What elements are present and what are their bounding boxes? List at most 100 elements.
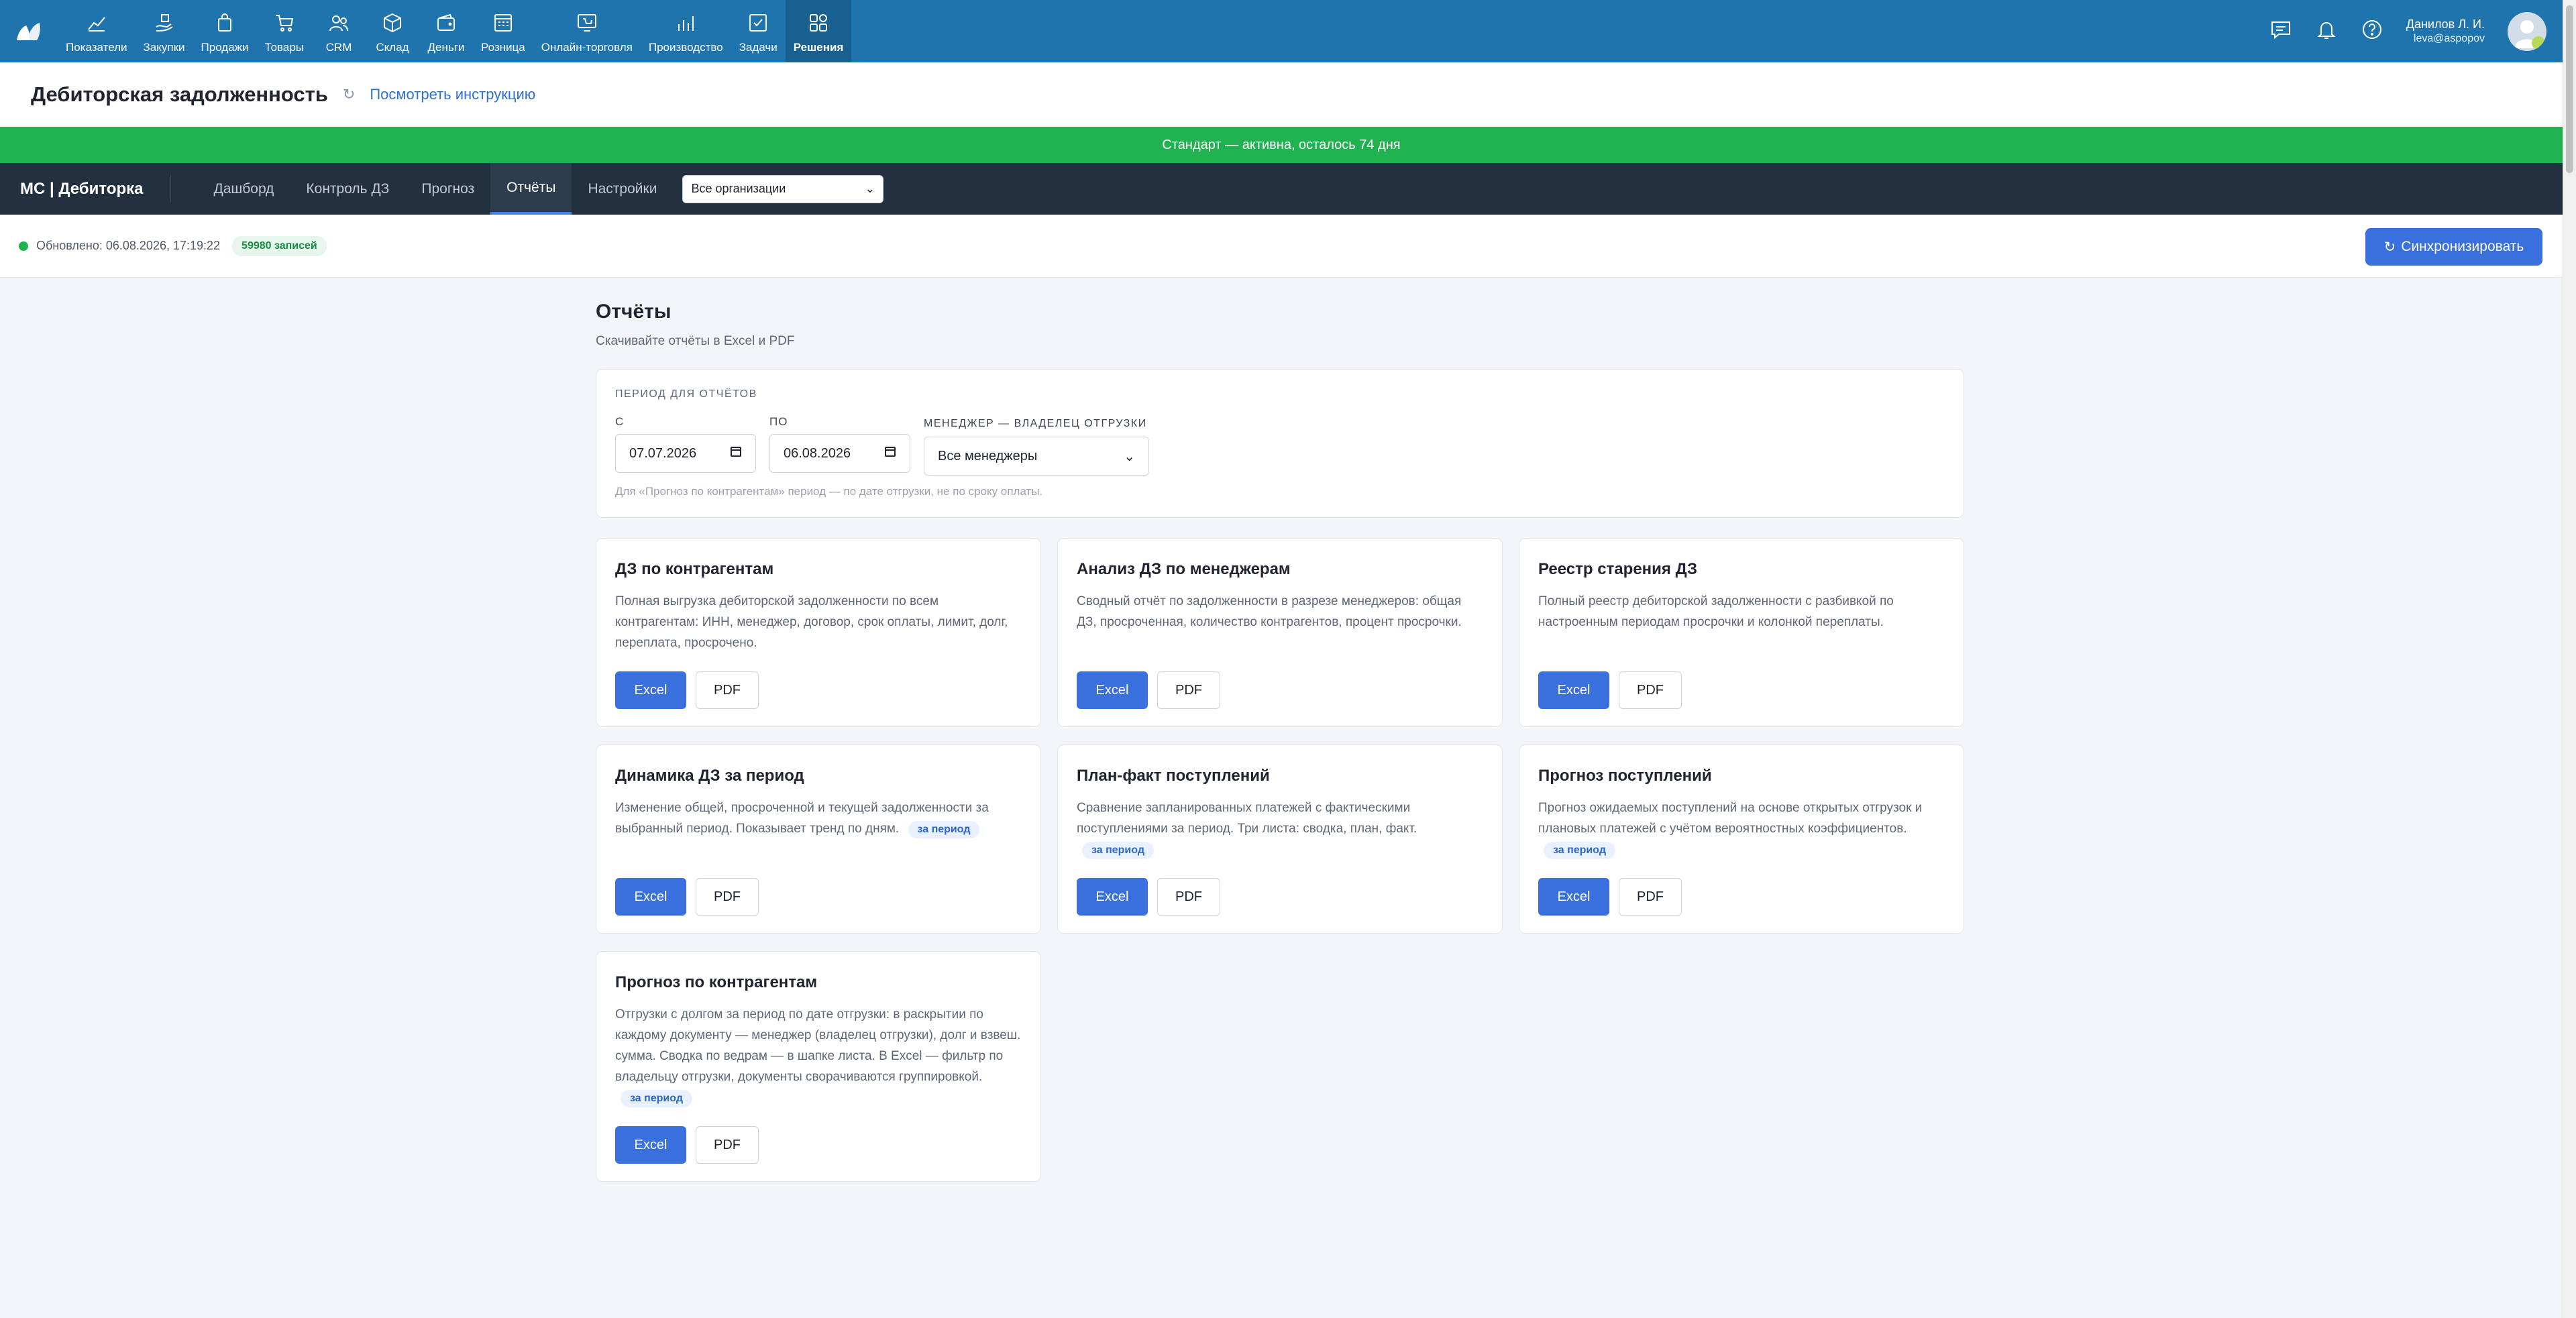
export-buttons: Excel PDF: [615, 1126, 759, 1164]
pdf-button[interactable]: PDF: [696, 878, 759, 916]
box-icon: [382, 12, 403, 37]
nav-item-proizvodstvo[interactable]: Производство: [641, 0, 731, 62]
avatar[interactable]: [2508, 11, 2546, 51]
excel-button[interactable]: Excel: [1538, 671, 1609, 709]
section-subtitle: Скачивайте отчёты в Excel и PDF: [596, 334, 795, 348]
instruction-link[interactable]: Посмотреть инструкцию: [370, 86, 535, 103]
pdf-button[interactable]: PDF: [1619, 878, 1682, 916]
manager-select[interactable]: Все менеджеры ⌄: [924, 437, 1149, 476]
tab-kontrol-dz[interactable]: Контроль ДЗ: [290, 163, 405, 215]
report-description-text: Полная выгрузка дебиторской задолженност…: [615, 594, 1008, 650]
excel-button[interactable]: Excel: [1077, 878, 1148, 916]
report-card: Прогноз поступлений Прогноз ожидаемых по…: [1519, 745, 1964, 934]
top-navigation: Показатели Закупки Продажи Товары CRM Ск…: [0, 0, 2563, 62]
nav-label: Закупки: [143, 41, 185, 54]
refresh-icon[interactable]: ↻: [343, 86, 355, 103]
calendar-icon[interactable]: [884, 445, 896, 461]
nav-right-group: Данилов Л. И. leva@aspopov: [2269, 0, 2563, 62]
help-icon[interactable]: [2361, 18, 2383, 44]
tab-nastroyki[interactable]: Настройки: [572, 163, 673, 215]
tab-otchety[interactable]: Отчёты: [490, 163, 572, 215]
tab-prognoz[interactable]: Прогноз: [405, 163, 490, 215]
user-name: Данилов Л. И.: [2406, 17, 2485, 31]
report-filters-panel: ПЕРИОД ДЛЯ ОТЧЁТОВ С 07.07.2026 ПО 06.08…: [596, 369, 1964, 518]
hand-box-icon: [154, 12, 175, 37]
calendar-icon[interactable]: [730, 445, 742, 461]
report-description: Полная выгрузка дебиторской задолженност…: [615, 591, 1022, 653]
nav-item-tovary[interactable]: Товары: [257, 0, 312, 62]
report-description: Сводный отчёт по задолженности в разрезе…: [1077, 591, 1483, 633]
shopping-bag-icon: [214, 12, 235, 37]
report-description: Изменение общей, просроченной и текущей …: [615, 798, 1022, 839]
date-from-input[interactable]: 07.07.2026: [615, 434, 756, 473]
wallet-icon: [435, 12, 457, 37]
pdf-button[interactable]: PDF: [696, 671, 759, 709]
report-card: План-факт поступлений Сравнение запланир…: [1057, 745, 1503, 934]
excel-button[interactable]: Excel: [615, 671, 686, 709]
report-title: Реестр старения ДЗ: [1538, 560, 1698, 578]
chevron-down-icon: ⌄: [865, 182, 875, 195]
organization-select[interactable]: Все организации ⌄: [682, 174, 884, 203]
pdf-button[interactable]: PDF: [1157, 671, 1220, 709]
excel-button[interactable]: Excel: [615, 878, 686, 916]
pdf-button[interactable]: PDF: [1157, 878, 1220, 916]
sync-button-label: Синхронизировать: [2401, 239, 2524, 254]
apps-grid-icon: [808, 12, 829, 37]
report-card: Прогноз по контрагентам Отгрузки с долго…: [596, 951, 1041, 1182]
users-icon: [328, 12, 350, 37]
tab-dashboard[interactable]: Дашборд: [198, 163, 290, 215]
nav-item-roznitsa[interactable]: Розница: [473, 0, 533, 62]
nav-item-dengi[interactable]: Деньги: [419, 0, 473, 62]
report-card: Анализ ДЗ по менеджерам Сводный отчёт по…: [1057, 538, 1503, 727]
date-to-input[interactable]: 06.08.2026: [769, 434, 910, 473]
nav-item-crm[interactable]: CRM: [312, 0, 366, 62]
nav-item-sklad[interactable]: Склад: [366, 0, 419, 62]
sync-status-bar: Обновлено: 06.08.2026, 17:19:22 59980 за…: [0, 215, 2563, 278]
filters-title: ПЕРИОД ДЛЯ ОТЧЁТОВ: [615, 388, 757, 400]
nav-label: Продажи: [201, 41, 249, 54]
organization-select-value: Все организации: [691, 182, 786, 195]
excel-button[interactable]: Excel: [1077, 671, 1148, 709]
nav-label: Производство: [648, 41, 723, 54]
report-description-text: Прогноз ожидаемых поступлений на основе …: [1538, 801, 1923, 836]
page-header: Дебиторская задолженность ↻ Посмотреть и…: [0, 62, 2563, 127]
bell-icon[interactable]: [2315, 18, 2338, 44]
export-buttons: Excel PDF: [615, 671, 759, 709]
pdf-button[interactable]: PDF: [1619, 671, 1682, 709]
nav-item-prodazhi[interactable]: Продажи: [193, 0, 257, 62]
sync-button[interactable]: ↻ Синхронизировать: [2365, 228, 2542, 266]
export-buttons: Excel PDF: [1077, 878, 1220, 916]
nav-item-pokazateli[interactable]: Показатели: [58, 0, 136, 62]
excel-button[interactable]: Excel: [615, 1126, 686, 1164]
nav-item-zakupki[interactable]: Закупки: [136, 0, 193, 62]
export-buttons: Excel PDF: [1538, 671, 1682, 709]
period-chip: за период: [621, 1090, 692, 1107]
records-badge: 59980 записей: [232, 235, 327, 256]
user-info[interactable]: Данилов Л. И. leva@aspopov: [2406, 17, 2485, 46]
date-from-value: 07.07.2026: [629, 445, 697, 461]
report-cards-grid: ДЗ по контрагентам Полная выгрузка дебит…: [596, 538, 1964, 1182]
to-label: ПО: [769, 415, 788, 428]
nav-item-zadachi[interactable]: Задачи: [731, 0, 786, 62]
chat-icon[interactable]: [2269, 18, 2292, 44]
page-scrollbar[interactable]: [2563, 0, 2576, 1318]
chart-line-icon: [86, 12, 107, 37]
nav-label: Склад: [376, 41, 409, 54]
report-card: Реестр старения ДЗ Полный реестр дебитор…: [1519, 538, 1964, 727]
pdf-button[interactable]: PDF: [696, 1126, 759, 1164]
cash-register-icon: [492, 12, 514, 37]
period-chip: за период: [908, 821, 980, 838]
bar-chart-icon: [675, 12, 696, 37]
nav-label: Онлайн-торговля: [541, 41, 633, 54]
from-label: С: [615, 415, 625, 428]
nav-item-resheniya[interactable]: Решения: [785, 0, 852, 62]
status-indicator: [2532, 36, 2545, 50]
nav-item-online-torgovlya[interactable]: Онлайн-торговля: [533, 0, 641, 62]
excel-button[interactable]: Excel: [1538, 878, 1609, 916]
app-logo-icon[interactable]: [0, 0, 58, 62]
export-buttons: Excel PDF: [1538, 878, 1682, 916]
scrollbar-thumb[interactable]: [2566, 5, 2573, 173]
report-title: ДЗ по контрагентам: [615, 560, 774, 578]
nav-label: Деньги: [427, 41, 465, 54]
report-description-text: Полный реестр дебиторской задолженности …: [1538, 594, 1894, 629]
